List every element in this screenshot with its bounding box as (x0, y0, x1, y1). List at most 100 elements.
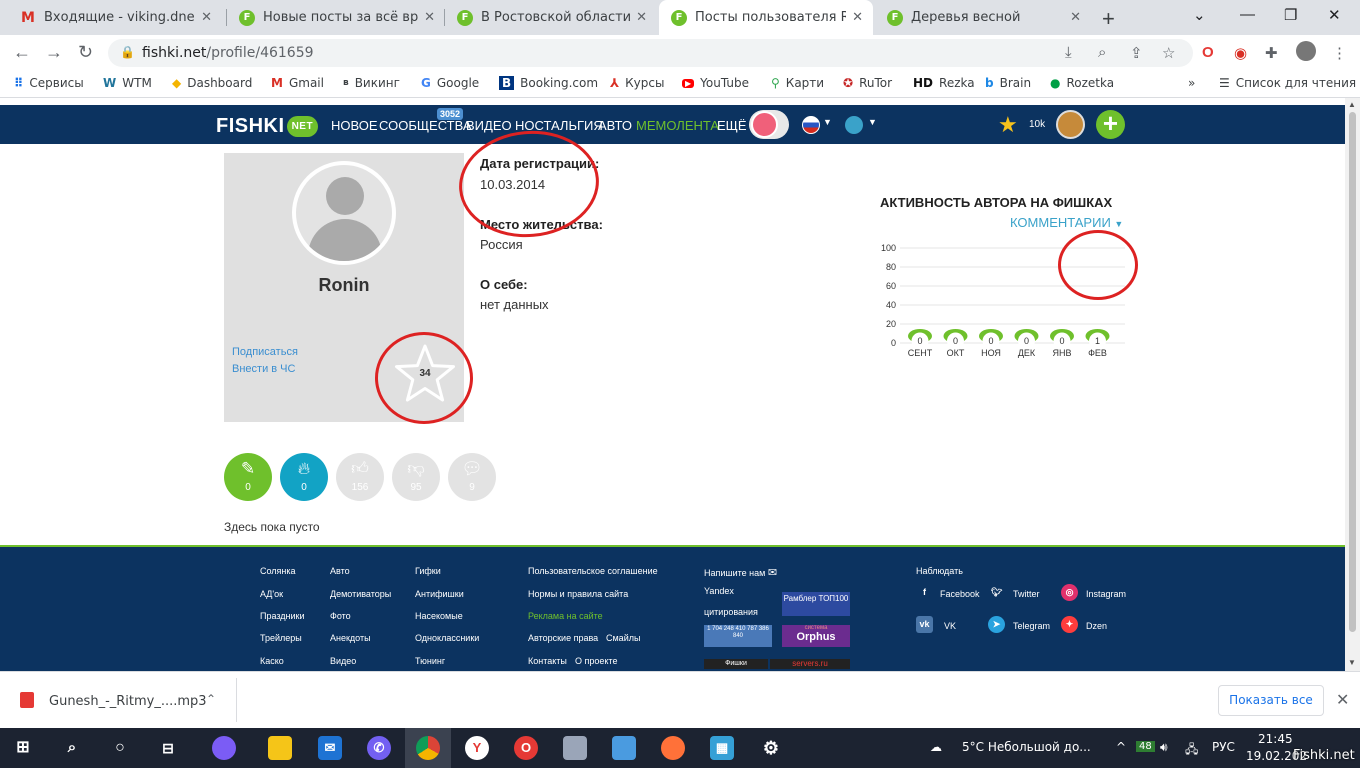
hot-button[interactable]: 🔥︎ 0 (280, 453, 328, 501)
more-bookmarks-icon[interactable]: » (1188, 76, 1195, 90)
bookmark-booking[interactable]: B Booking.com (499, 76, 598, 90)
blacklist-link[interactable]: Внести в ЧС (232, 363, 295, 375)
tab-search-icon[interactable]: ⌄ (1193, 6, 1206, 24)
show-all-downloads-button[interactable]: Показать все (1218, 685, 1324, 716)
comments-button[interactable]: 💬︎ 9 (448, 453, 496, 501)
language-indicator[interactable]: РУС (1212, 740, 1235, 754)
tab-trees[interactable]: F Деревья весной ✕ (875, 0, 1091, 35)
share-icon[interactable]: ⇪ (1130, 44, 1143, 62)
download-filename[interactable]: Gunesh_-_Ritmy_....mp3 (49, 694, 207, 709)
subscribe-link[interactable]: Подписаться (232, 346, 298, 358)
social-vk[interactable]: VK (944, 621, 956, 631)
social-dzen[interactable]: Dzen (1086, 621, 1107, 631)
footer-link[interactable]: Фото (330, 611, 351, 621)
reading-list[interactable]: ☰ Список для чтения (1219, 76, 1356, 90)
nav-more[interactable]: ЕЩЁ (717, 118, 747, 133)
nav-communities[interactable]: СООБЩЕСТВА (379, 118, 472, 133)
chrome-icon[interactable] (416, 736, 440, 760)
yandex-counter[interactable]: Yandex цитирования (704, 581, 764, 623)
site-logo[interactable]: FISHKI NET (216, 115, 319, 138)
footer-link[interactable]: Трейлеры (260, 633, 302, 643)
extensions-icon[interactable]: ✚ (1265, 44, 1278, 62)
yandex-browser-icon[interactable]: Y (465, 736, 489, 760)
footer-link[interactable]: Солянка (260, 566, 296, 576)
scroll-down-icon[interactable]: ▼ (1348, 658, 1356, 667)
chevron-up-icon[interactable]: ⌃ (206, 692, 216, 706)
search-icon[interactable]: ⌕ (60, 736, 84, 760)
search-icon[interactable] (845, 116, 863, 134)
tab-gmail[interactable]: M Входящие - viking.dnepropetrovsk ✕ (8, 0, 222, 35)
social-instagram[interactable]: Instagram (1086, 589, 1126, 599)
new-tab-button[interactable]: + (1102, 6, 1115, 32)
footer-link[interactable]: Авто (330, 566, 350, 576)
twitter-icon[interactable]: 🐦︎ (988, 584, 1005, 601)
dzen-icon[interactable]: ✦ (1061, 616, 1078, 633)
footer-link[interactable]: Пользовательское соглашение (528, 566, 658, 576)
close-icon[interactable]: ✕ (201, 10, 212, 25)
weather-icon[interactable]: ☁ (930, 740, 942, 754)
weather-text[interactable]: 5°C Небольшой до... (962, 740, 1091, 754)
opera-extension-icon[interactable]: O (1202, 44, 1214, 61)
vk-icon[interactable]: vk (916, 616, 933, 633)
footer-link[interactable]: Одноклассники (415, 633, 479, 643)
footer-link[interactable]: Нормы и правила сайта (528, 589, 628, 599)
tray-badge[interactable]: 48 (1136, 741, 1155, 752)
footer-link[interactable]: Насекомые (415, 611, 463, 621)
footer-link[interactable]: Антифишки (415, 589, 464, 599)
chevron-up-icon[interactable]: ^ (1116, 740, 1126, 754)
liveinternet-counter[interactable]: 1 704 248 410 787 386 840 (704, 625, 772, 647)
install-icon[interactable]: ⤓ (1065, 44, 1072, 61)
bookmark-gmail[interactable]: M Gmail (271, 76, 324, 90)
footer-link[interactable]: АД'ок (260, 589, 283, 599)
forward-icon[interactable]: → (45, 42, 63, 63)
scroll-up-icon[interactable]: ▲ (1348, 100, 1356, 109)
dislikes-button[interactable]: 👎︎ 95 (392, 453, 440, 501)
close-icon[interactable]: ✕ (424, 10, 435, 25)
minimize-icon[interactable]: — (1240, 6, 1255, 23)
zoom-icon[interactable]: ⌕ (1098, 44, 1106, 61)
scroll-thumb[interactable] (1349, 112, 1356, 632)
network-icon[interactable]: 🖧 (1185, 740, 1198, 761)
bookmark-viking[interactable]: в Викинг (343, 76, 400, 90)
footer-link[interactable]: Праздники (260, 611, 305, 621)
cortana-icon[interactable]: ○ (108, 736, 132, 760)
servers-counter[interactable]: servers.ru (770, 659, 850, 669)
footer-link[interactable]: Каско (260, 656, 284, 666)
footer-link[interactable]: Тюнинг (415, 656, 445, 666)
chart-filter-dropdown[interactable]: КОММЕНТАРИИ ▼ (1010, 215, 1123, 230)
footer-link[interactable]: Контакты (528, 656, 567, 666)
menu-icon[interactable]: ⋮ (1332, 44, 1347, 62)
fishki-counter[interactable]: Фишки (704, 659, 768, 669)
nav-video[interactable]: ВИДЕО (466, 118, 512, 133)
nav-memolenta[interactable]: МЕМОЛЕНТА (636, 118, 719, 133)
vpn-extension-icon[interactable]: ◉ (1234, 44, 1247, 62)
footer-link[interactable]: Видео (330, 656, 356, 666)
back-icon[interactable]: ← (13, 42, 31, 63)
bookmark-star-icon[interactable]: ☆ (1162, 44, 1175, 62)
opera-icon[interactable]: O (514, 736, 538, 760)
profile-avatar[interactable] (1296, 41, 1316, 61)
orphus-counter[interactable]: система Orphus (782, 625, 850, 647)
tab-ronin-posts[interactable]: F Посты пользователя Ronin ✕ (659, 0, 873, 35)
restore-icon[interactable]: ❐ (1284, 6, 1297, 24)
add-post-button[interactable]: + (1096, 110, 1125, 139)
bookmark-brain[interactable]: b Brain (985, 76, 1031, 90)
close-icon[interactable]: ✕ (1336, 690, 1349, 710)
bookmark-wtm[interactable]: W WTM (103, 76, 152, 90)
settings-icon[interactable]: ⚙ (759, 736, 783, 760)
footer-link[interactable]: Анекдоты (330, 633, 371, 643)
tab-rostov[interactable]: F В Ростовской области разо ✕ (445, 0, 657, 35)
reload-icon[interactable]: ↻ (78, 42, 93, 63)
footer-link[interactable]: Смайлы (606, 633, 640, 643)
app-icon[interactable] (612, 736, 636, 760)
russia-flag-icon[interactable] (802, 116, 820, 134)
chevron-down-icon[interactable]: ▼ (823, 117, 832, 127)
bookmark-maps[interactable]: ⚲ Карти (771, 76, 824, 90)
address-bar[interactable]: 🔒 fishki.net/profile/461659 (108, 39, 1193, 67)
bookmark-google[interactable]: G Google (421, 76, 479, 90)
bookmark-services[interactable]: ⠿ Сервисы (14, 76, 84, 90)
bookmark-rutor[interactable]: ✪ RuTor (843, 76, 892, 90)
bookmark-rezka[interactable]: HD Rezka (913, 76, 975, 90)
posts-button[interactable]: ✎ 0 (224, 453, 272, 501)
instagram-icon[interactable]: ◎ (1061, 584, 1078, 601)
